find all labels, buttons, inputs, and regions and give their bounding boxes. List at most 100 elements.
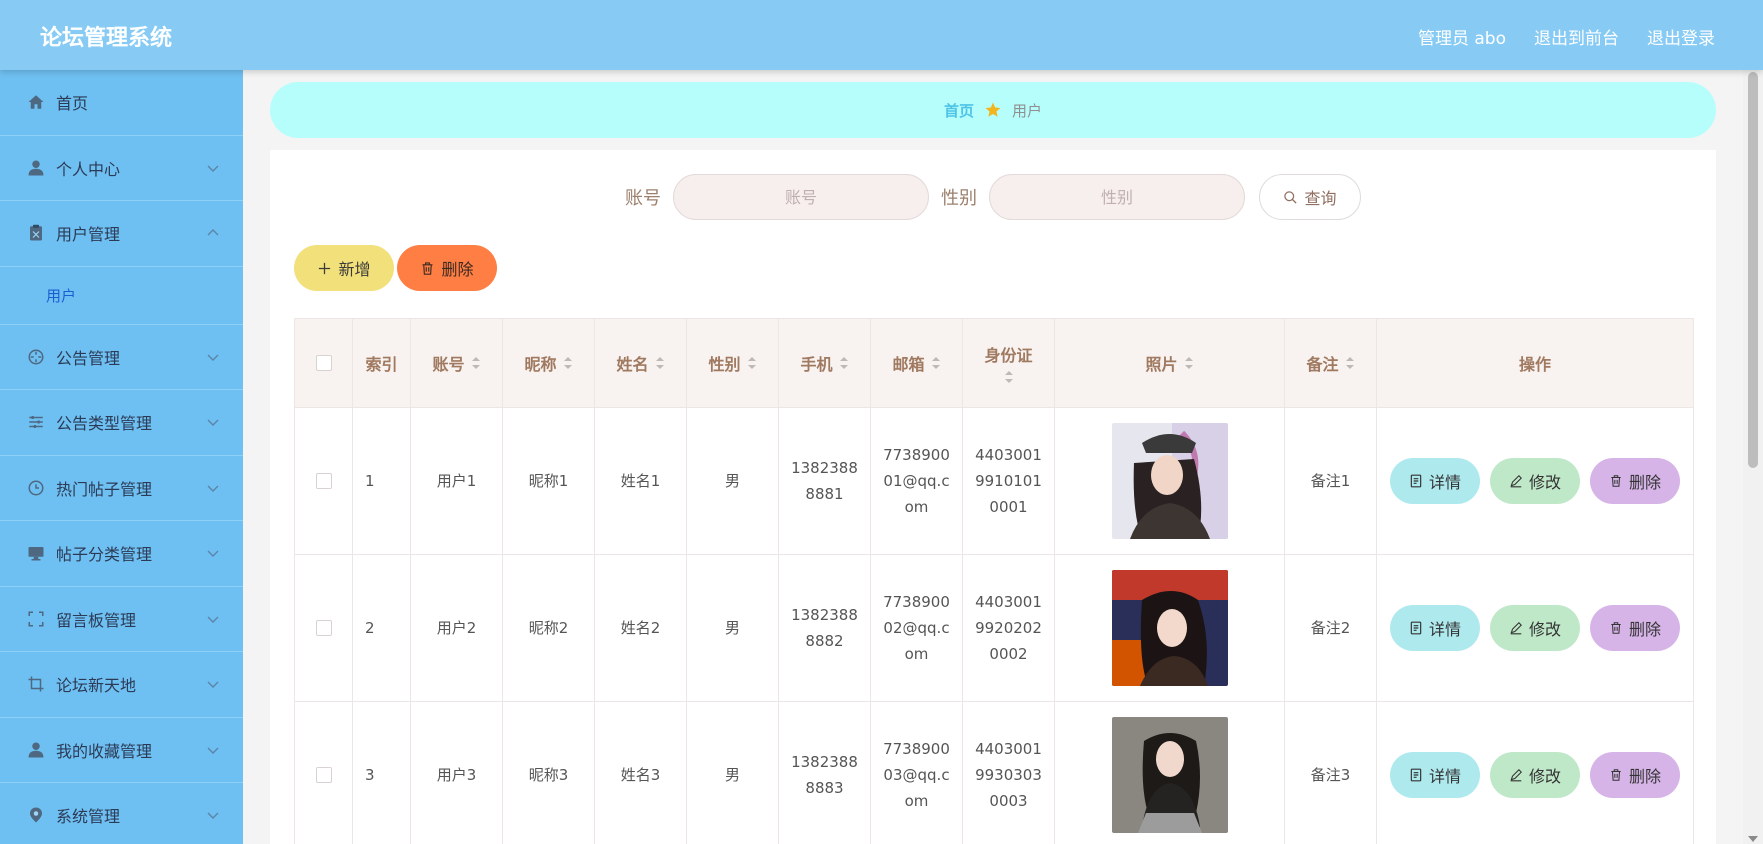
sidebar-item-personal-center[interactable]: 个人中心 [0,136,243,201]
search-icon [1284,190,1298,204]
cell-index: 1 [353,408,411,554]
sidebar-item-label: 帖子分类管理 [56,545,153,565]
sidebar-item-label: 留言板管理 [56,610,137,630]
gender-input[interactable] [989,174,1245,220]
cell-idcard: 440300199202020002 [975,593,1042,663]
chevron-down-icon [207,419,219,427]
trash-icon [1611,622,1621,634]
header-photo[interactable]: 照片 [1055,319,1285,407]
batch-delete-button[interactable]: 删除 [397,245,497,291]
search-row: 账号 性别 查询 [270,174,1716,220]
row-delete-button[interactable]: 删除 [1590,605,1680,651]
admin-user-link[interactable]: 管理员 abo [1418,24,1506,49]
edit-button[interactable]: 修改 [1490,458,1580,504]
user-photo [1111,570,1228,686]
sort-icon [563,356,573,370]
detail-button[interactable]: 详情 [1390,752,1480,798]
sidebar-item-favorites-management[interactable]: 我的收藏管理 [0,718,243,783]
cell-account: 用户1 [411,408,503,554]
detail-button[interactable]: 详情 [1390,605,1480,651]
user-table: 索引 账号 昵称 姓名 性别 手机 邮箱 身份证 照片 备注 操作 1 用户1 … [294,318,1694,844]
header-nickname[interactable]: 昵称 [503,319,595,407]
cell-index: 2 [353,555,411,701]
sidebar-item-label: 首页 [56,94,89,114]
breadcrumb-home[interactable]: 首页 [944,100,974,121]
sidebar-item-notice-management[interactable]: 公告管理 [0,325,243,390]
app-title: 论坛管理系统 [40,26,173,51]
sidebar-item-label: 公告类型管理 [56,414,153,434]
sidebar-item-home[interactable]: 首页 [0,70,243,136]
cell-phone: 13823888883 [791,753,858,797]
sidebar-item-hot-post-management[interactable]: 热门帖子管理 [0,456,243,521]
cell-name: 姓名3 [595,702,687,844]
header-nav: 管理员 abo 退出到前台 退出登录 [1418,24,1715,49]
logout-link[interactable]: 退出登录 [1647,24,1715,49]
select-all-checkbox[interactable] [315,355,332,371]
top-header: 论坛管理系统 管理员 abo 退出到前台 退出登录 [0,0,1763,70]
scrollbar-thumb[interactable] [1748,72,1758,468]
sidebar-item-system-management[interactable]: 系统管理 [0,783,243,844]
table-row: 1 用户1 昵称1 姓名1 男 13823888881 773890001@qq… [294,408,1694,555]
clipboard-icon [26,223,46,243]
row-delete-button[interactable]: 删除 [1590,458,1680,504]
sidebar-subitem-user[interactable]: 用户 [0,267,243,325]
exit-to-frontend-link[interactable]: 退出到前台 [1534,24,1619,49]
chevron-down-icon [207,747,219,754]
sidebar-item-notice-type-management[interactable]: 公告类型管理 [0,390,243,456]
main-content: 首页 用户 账号 性别 查询 新增 删除 [243,70,1743,844]
fullscreen-icon [26,609,46,629]
header-name[interactable]: 姓名 [595,319,687,407]
cell-nickname: 昵称2 [503,555,595,701]
table-header: 索引 账号 昵称 姓名 性别 手机 邮箱 身份证 照片 备注 操作 [294,318,1694,408]
row-checkbox[interactable] [315,473,332,489]
trash-icon [1611,769,1621,781]
table-row: 3 用户3 昵称3 姓名3 男 13823888883 773890003@qq… [294,702,1694,844]
document-icon [1410,768,1422,782]
scroll-down-arrow-icon[interactable] [1748,836,1758,842]
chevron-down-icon [207,681,219,689]
header-idcard[interactable]: 身份证 [963,319,1055,407]
account-input[interactable] [673,174,929,220]
cell-idcard: 440300199101010001 [975,446,1042,516]
cell-index: 3 [353,702,411,844]
cell-account: 用户3 [411,702,503,844]
cell-name: 姓名1 [595,408,687,554]
trash-icon [422,261,433,275]
add-button-label: 新增 [338,262,371,279]
sidebar-item-label: 论坛新天地 [56,676,137,696]
sidebar-item-message-board-management[interactable]: 留言板管理 [0,587,243,652]
detail-button[interactable]: 详情 [1390,458,1480,504]
header-gender[interactable]: 性别 [687,319,779,407]
row-delete-button[interactable]: 删除 [1590,752,1680,798]
location-icon [26,805,46,825]
add-button[interactable]: 新增 [294,245,394,291]
sort-icon [747,356,757,370]
edit-icon [1510,769,1522,782]
header-remark[interactable]: 备注 [1285,319,1377,407]
sidebar-item-forum-world[interactable]: 论坛新天地 [0,652,243,718]
cell-name: 姓名2 [595,555,687,701]
header-phone[interactable]: 手机 [779,319,871,407]
batch-delete-button-label: 删除 [441,262,474,279]
cell-gender: 男 [687,555,779,701]
sort-icon [655,356,665,370]
row-checkbox[interactable] [315,767,332,783]
gender-label: 性别 [941,188,977,209]
user-photo [1111,423,1228,539]
edit-button[interactable]: 修改 [1490,605,1580,651]
sort-icon [1184,356,1194,370]
edit-button[interactable]: 修改 [1490,752,1580,798]
header-account[interactable]: 账号 [411,319,503,407]
star-icon [984,101,1002,119]
row-checkbox[interactable] [315,620,332,636]
sliders-icon [26,412,46,432]
chevron-down-icon [207,550,219,558]
header-email[interactable]: 邮箱 [871,319,963,407]
page-scrollbar[interactable] [1743,70,1763,844]
user-icon [26,740,46,760]
sidebar-item-user-management[interactable]: 用户管理 [0,201,243,267]
edit-icon [1510,622,1522,635]
search-button[interactable]: 查询 [1259,174,1361,220]
sidebar-item-post-category-management[interactable]: 帖子分类管理 [0,521,243,587]
sort-icon [1004,370,1014,384]
